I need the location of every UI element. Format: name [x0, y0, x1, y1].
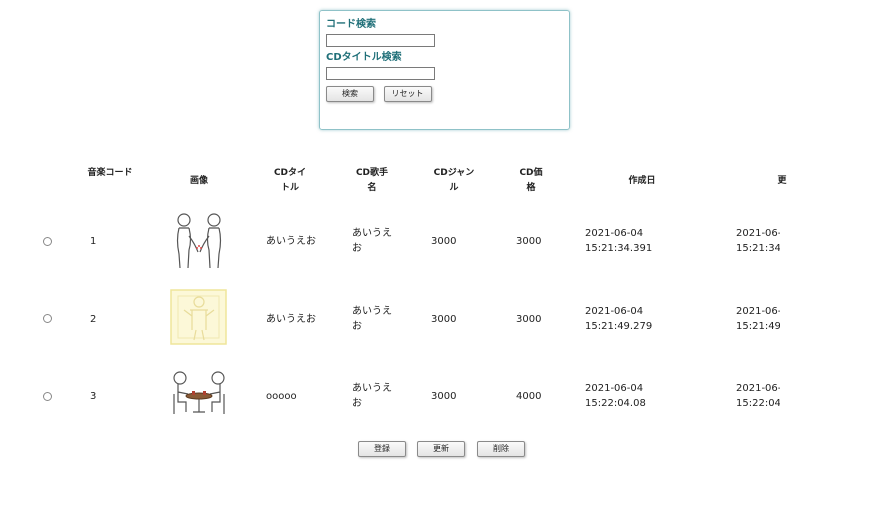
cell-cd-genre: 3000: [431, 314, 457, 325]
search-button-row: 検索 リセット: [326, 86, 563, 102]
header-cd-price: CD価格: [519, 168, 543, 193]
cell-cd-genre: 3000: [431, 236, 457, 247]
cell-cd-title: ooooo: [266, 391, 297, 402]
cell-cd-price: 4000: [516, 391, 542, 402]
code-search-input[interactable]: [326, 34, 435, 47]
header-music-code: 音楽コード: [87, 168, 133, 178]
cell-cd-price: 3000: [516, 314, 542, 325]
cell-code: 3: [90, 391, 97, 402]
cell-cd-singer: あいうえお: [352, 306, 392, 332]
cell-updated-date-clip: 2021-06-04 15:21:34: [736, 226, 780, 256]
title-search-label: CDタイトル検索: [326, 52, 402, 63]
reset-button[interactable]: リセット: [383, 86, 432, 102]
header-updated-date: 更: [777, 176, 787, 186]
cell-code: 1: [90, 236, 97, 247]
header-created-date: 作成日: [628, 176, 656, 186]
cell-cd-genre: 3000: [431, 391, 457, 402]
header-cd-title: CDタイトル: [273, 168, 307, 193]
search-button[interactable]: 検索: [326, 86, 374, 102]
row-select-radio[interactable]: [43, 314, 52, 323]
delete-button[interactable]: 削除: [477, 441, 525, 457]
faded-figure-icon: [170, 288, 228, 346]
cell-updated-date: 2021-06-04 15:21:49: [736, 306, 780, 332]
two-people-at-table-icon: [170, 366, 228, 424]
cell-updated-date-clip: 2021-06-04 15:21:49: [736, 304, 780, 334]
cell-cd-singer: あいうえお: [352, 228, 392, 254]
cell-updated-date: 2021-06-04 15:22:04: [736, 383, 780, 409]
update-button[interactable]: 更新: [417, 441, 465, 457]
cell-code: 2: [90, 314, 97, 325]
cell-cd-title: あいうえお: [266, 314, 316, 325]
header-cd-genre: CDジャンル: [433, 168, 475, 193]
code-search-label: コード検索: [326, 19, 376, 30]
header-image: 画像: [189, 176, 209, 186]
header-cd-singer: CD歌手名: [355, 168, 389, 193]
row-select-radio[interactable]: [43, 237, 52, 246]
cell-cd-title: あいうえお: [266, 236, 316, 247]
cell-created-date: 2021-06-04 15:21:49.279: [585, 306, 653, 332]
cell-updated-date: 2021-06-04 15:21:34: [736, 228, 780, 254]
cell-created-date: 2021-06-04 15:22:04.08: [585, 383, 646, 409]
two-people-holding-hands-icon: [170, 212, 228, 270]
row-select-radio[interactable]: [43, 392, 52, 401]
cell-updated-date-clip: 2021-06-04 15:22:04: [736, 381, 780, 411]
register-button[interactable]: 登録: [358, 441, 406, 457]
cell-cd-price: 3000: [516, 236, 542, 247]
cell-created-date: 2021-06-04 15:21:34.391: [585, 228, 653, 254]
title-search-input[interactable]: [326, 67, 435, 80]
cell-cd-singer: あいうえお: [352, 383, 392, 409]
search-panel: コード検索 CDタイトル検索 検索 リセット: [319, 10, 570, 130]
